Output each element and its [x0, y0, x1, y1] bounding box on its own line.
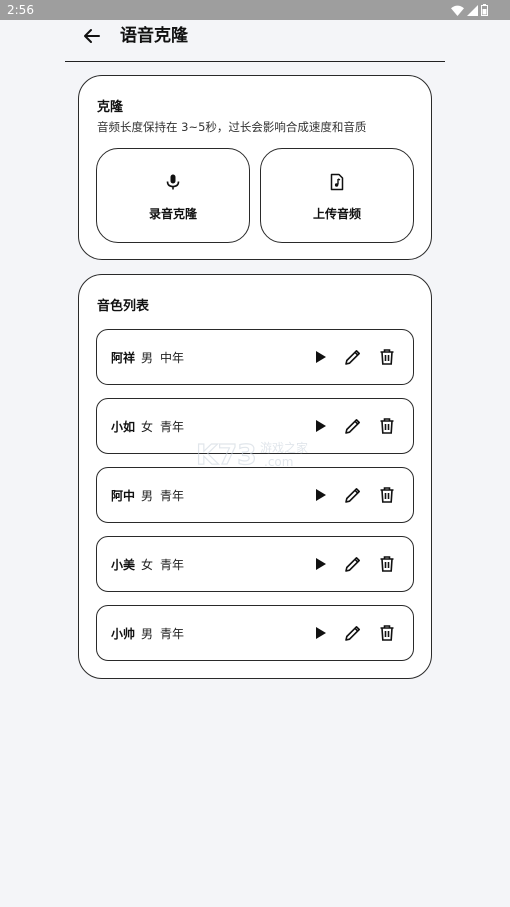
clone-card-description: 音频长度保持在 3~5秒，过长会影响合成速度和音质: [97, 120, 367, 134]
voice-gender: 女: [141, 420, 154, 434]
voice-name: 小美: [111, 558, 136, 572]
audio-file-icon: [330, 173, 344, 191]
voice-name: 小帅: [111, 627, 136, 641]
play-icon[interactable]: [309, 484, 331, 506]
app-bar: 语音克隆: [0, 20, 510, 62]
voice-age: 青年: [160, 627, 185, 641]
header-divider: [65, 61, 445, 62]
play-icon[interactable]: [309, 622, 331, 644]
voice-age: 青年: [160, 489, 185, 503]
delete-trash-icon[interactable]: [376, 484, 398, 506]
voice-row: 阿祥 男 中年: [96, 329, 414, 385]
battery-icon: [481, 4, 488, 16]
record-clone-label: 录音克隆: [148, 207, 197, 221]
status-bar: 2:56: [0, 0, 510, 20]
voice-gender: 女: [141, 558, 154, 572]
upload-audio-button[interactable]: 上传音频: [260, 148, 414, 243]
voice-name: 阿中: [111, 489, 136, 503]
voice-age: 青年: [160, 420, 185, 434]
edit-pencil-icon[interactable]: [342, 484, 364, 506]
edit-pencil-icon[interactable]: [342, 622, 364, 644]
svg-text:.com: .com: [264, 455, 293, 469]
delete-trash-icon[interactable]: [376, 553, 398, 575]
microphone-icon: [166, 174, 180, 190]
svg-text:游戏之家: 游戏之家: [260, 440, 308, 455]
signal-icon: [467, 4, 478, 16]
delete-trash-icon[interactable]: [376, 346, 398, 368]
voice-list-card: 音色列表 阿祥 男 中年 小如 女 青年 阿中 男 青年 小美 女 青年 小帅 …: [78, 274, 432, 679]
edit-pencil-icon[interactable]: [342, 553, 364, 575]
voice-row: 小美 女 青年: [96, 536, 414, 592]
voice-gender: 男: [141, 489, 154, 503]
wifi-icon: [451, 5, 464, 16]
svg-text:K73: K73: [196, 438, 257, 471]
voice-gender: 男: [141, 351, 154, 365]
back-arrow-icon[interactable]: [80, 24, 104, 48]
clone-card: 克隆 音频长度保持在 3~5秒，过长会影响合成速度和音质 录音克隆 上传音频: [78, 75, 432, 260]
voice-gender: 男: [141, 627, 154, 641]
clone-card-title: 克隆: [97, 100, 124, 115]
play-icon[interactable]: [309, 415, 331, 437]
voice-list-title: 音色列表: [97, 299, 150, 314]
voice-row: 阿中 男 青年: [96, 467, 414, 523]
edit-pencil-icon[interactable]: [342, 346, 364, 368]
watermark-logo: K73 游戏之家 .com: [196, 437, 308, 471]
record-clone-button[interactable]: 录音克隆: [96, 148, 250, 243]
status-icons: [451, 4, 488, 16]
status-time: 2:56: [7, 3, 34, 17]
play-icon[interactable]: [309, 553, 331, 575]
voice-name: 阿祥: [111, 351, 136, 365]
voice-age: 中年: [160, 351, 185, 365]
page-title: 语音克隆: [120, 26, 188, 46]
voice-name: 小如: [111, 420, 136, 434]
edit-pencil-icon[interactable]: [342, 415, 364, 437]
play-icon[interactable]: [309, 346, 331, 368]
voice-age: 青年: [160, 558, 185, 572]
delete-trash-icon[interactable]: [376, 415, 398, 437]
delete-trash-icon[interactable]: [376, 622, 398, 644]
voice-row: 小帅 男 青年: [96, 605, 414, 661]
upload-audio-label: 上传音频: [312, 207, 361, 221]
